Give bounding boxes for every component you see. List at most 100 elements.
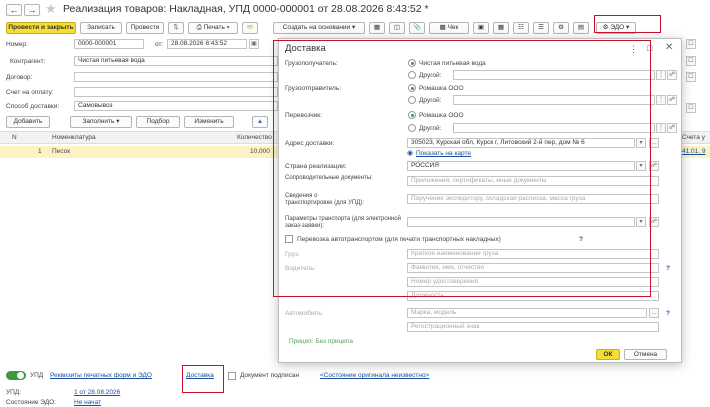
ok-button[interactable]: ОК (596, 349, 620, 360)
consignee-radio-other[interactable] (408, 71, 416, 79)
shipper-radio-same[interactable] (408, 84, 416, 92)
contract-field[interactable] (74, 72, 278, 82)
show-on-map-link[interactable]: Показать на карте (416, 150, 471, 157)
create-based-button[interactable]: Создать на основании ▾ (273, 22, 365, 34)
address-dropdown-icon[interactable]: ▾ (636, 138, 646, 148)
carrier-other-open-icon[interactable]: ☍ (667, 123, 677, 133)
upd-row-link[interactable]: 1 от 28.08.2026 (74, 389, 120, 396)
carrier-radio-same[interactable] (408, 111, 416, 119)
close-icon[interactable]: ✕ (665, 42, 673, 53)
driver-position-field[interactable]: Должность (407, 291, 659, 301)
original-state-link[interactable]: <Состояние оригинала неизвестно> (320, 372, 429, 379)
carrier-value: Ромашка ООО (419, 112, 464, 119)
reg-sign-field[interactable]: Регистрационный знак (407, 322, 659, 332)
signed-checkbox[interactable] (228, 372, 236, 380)
calendar-picker-icon[interactable]: ▣ (249, 39, 259, 49)
transport-params-open-icon[interactable]: ☍ (649, 217, 659, 227)
edo-button[interactable]: ⚙ ЭДО ▾ (596, 22, 636, 34)
transport-params-label: Параметры транспорта (для электронной за… (285, 216, 401, 229)
auto-transport-checkbox[interactable] (285, 235, 293, 243)
mail-icon[interactable]: ✉ (242, 22, 258, 34)
address-edit-icon[interactable]: … (649, 138, 659, 148)
report-icon[interactable]: ▦ (369, 22, 385, 34)
upd-toggle-label: УПД (30, 372, 44, 379)
date-field[interactable]: 28.08.2026 8:43:52 (167, 39, 247, 49)
favorite-star-icon[interactable]: ★ (45, 2, 57, 16)
table-icon[interactable]: ▦ (493, 22, 509, 34)
post-and-close-button[interactable]: Провести и закрыть (6, 22, 76, 34)
driver-name-field[interactable]: Фамилия, имя, отчество (407, 263, 659, 273)
calc-icon[interactable]: ◫ (389, 22, 405, 34)
trailer-link[interactable]: Прицеп: Без прицепа (289, 338, 353, 345)
receipt-button[interactable]: ▩ Чек (429, 22, 469, 34)
transport-params-field[interactable] (407, 217, 635, 227)
country-field[interactable]: РОССИЯ (407, 161, 635, 171)
transport-params-dropdown-icon[interactable]: ▾ (636, 217, 646, 227)
consignee-other-dropdown-icon[interactable]: ⋮ (656, 70, 666, 80)
col-nomenclature-header: Номенклатура (52, 134, 96, 141)
driver-help-icon[interactable]: ? (666, 265, 670, 272)
post-button[interactable]: Провести (126, 22, 164, 34)
ruler-icon[interactable]: ☷ (513, 22, 529, 34)
carrier-radio-other[interactable] (408, 124, 416, 132)
shipper-radio-other[interactable] (408, 96, 416, 104)
right-edge-icon-2[interactable]: ☐ (686, 56, 696, 66)
right-edge-icon-4[interactable]: ☐ (686, 103, 696, 113)
change-button[interactable]: Изменить (184, 116, 234, 128)
carrier-other-dropdown-icon[interactable]: ⋮ (656, 123, 666, 133)
shipper-other-dropdown-icon[interactable]: ⋮ (656, 95, 666, 105)
country-open-icon[interactable]: ☍ (649, 161, 659, 171)
print-button[interactable]: ⎙ Печать ▾ (188, 22, 238, 34)
consignee-other-open-icon[interactable]: ☍ (667, 70, 677, 80)
back-button[interactable]: ← (6, 4, 22, 16)
upd-toggle[interactable] (6, 371, 26, 380)
right-edge-icon-1[interactable]: ☐ (686, 39, 696, 49)
calendar-icon[interactable]: ▣ (473, 22, 489, 34)
transport-info-field[interactable]: Поручение экспедитору, складская расписк… (407, 194, 659, 204)
country-dropdown-icon[interactable]: ▾ (636, 161, 646, 171)
settings-icon[interactable]: ⚙ (553, 22, 569, 34)
fill-button[interactable]: Заполнить ▾ (70, 116, 132, 128)
move-up-icon[interactable]: ▲ (252, 116, 268, 128)
consignee-radio-same[interactable] (408, 59, 416, 67)
delivery-method-field[interactable]: Самовывоз (74, 101, 278, 111)
cargo-field[interactable]: Краткое наименование груза (407, 249, 659, 259)
transport-info-label: Сведения о транспортировке (для УПД): (285, 193, 364, 206)
shipper-other-open-icon[interactable]: ☍ (667, 95, 677, 105)
counterparty-field[interactable]: Чистая питьевая вода (74, 56, 278, 66)
carrier-other-field[interactable] (453, 123, 655, 133)
create-based-label: Создать на основании (282, 24, 351, 31)
movement-icon[interactable]: ⇅ (168, 22, 184, 34)
docs-field[interactable]: Приложения, сертификаты, иные документы (407, 176, 659, 186)
edo-state-link[interactable]: Не начат (74, 399, 101, 406)
docs-label: Сопроводительные документы: (285, 175, 373, 181)
right-edge-icon-3[interactable]: ☐ (686, 72, 696, 82)
consignee-other-field[interactable] (453, 70, 655, 80)
save-button[interactable]: Записать (80, 22, 122, 34)
upd-row-label: УПД: (6, 389, 22, 396)
toggle-knob (17, 372, 24, 379)
list-icon[interactable]: ☰ (533, 22, 549, 34)
cash-icon: ▩ (439, 24, 446, 31)
shipper-other-field[interactable] (453, 95, 655, 105)
maximize-icon[interactable]: □ (647, 43, 652, 53)
delivery-link[interactable]: Доставка (186, 372, 214, 379)
cancel-button[interactable]: Отмена (624, 349, 667, 360)
add-row-button[interactable]: Добавить (6, 116, 50, 128)
fields-icon[interactable]: ▤ (573, 22, 589, 34)
carrier-label: Перевозчик: (285, 112, 322, 119)
delivery-dialog: Доставка ⋮ □ ✕ Грузополучатель: Чистая п… (278, 38, 682, 363)
invoice-field[interactable] (74, 87, 278, 97)
pick-button[interactable]: Подбор (136, 116, 180, 128)
print-details-link[interactable]: Реквизиты печатных форм и ЭДО (50, 372, 152, 379)
vehicle-model-field[interactable]: Марка, модель (407, 308, 647, 318)
address-field[interactable]: 305023, Курская обл, Курск г, Литовский … (407, 138, 635, 148)
more-icon[interactable]: ⋮ (629, 44, 638, 55)
number-field[interactable]: 0000-000001 (74, 39, 144, 49)
attach-icon[interactable]: 📎 (409, 22, 425, 34)
driver-license-field[interactable]: Номер удостоверения (407, 277, 659, 287)
auto-transport-help-icon[interactable]: ? (579, 236, 583, 243)
vehicle-help-icon[interactable]: ? (666, 310, 670, 317)
vehicle-open-icon[interactable]: … (649, 308, 659, 318)
forward-button[interactable]: → (24, 4, 40, 16)
